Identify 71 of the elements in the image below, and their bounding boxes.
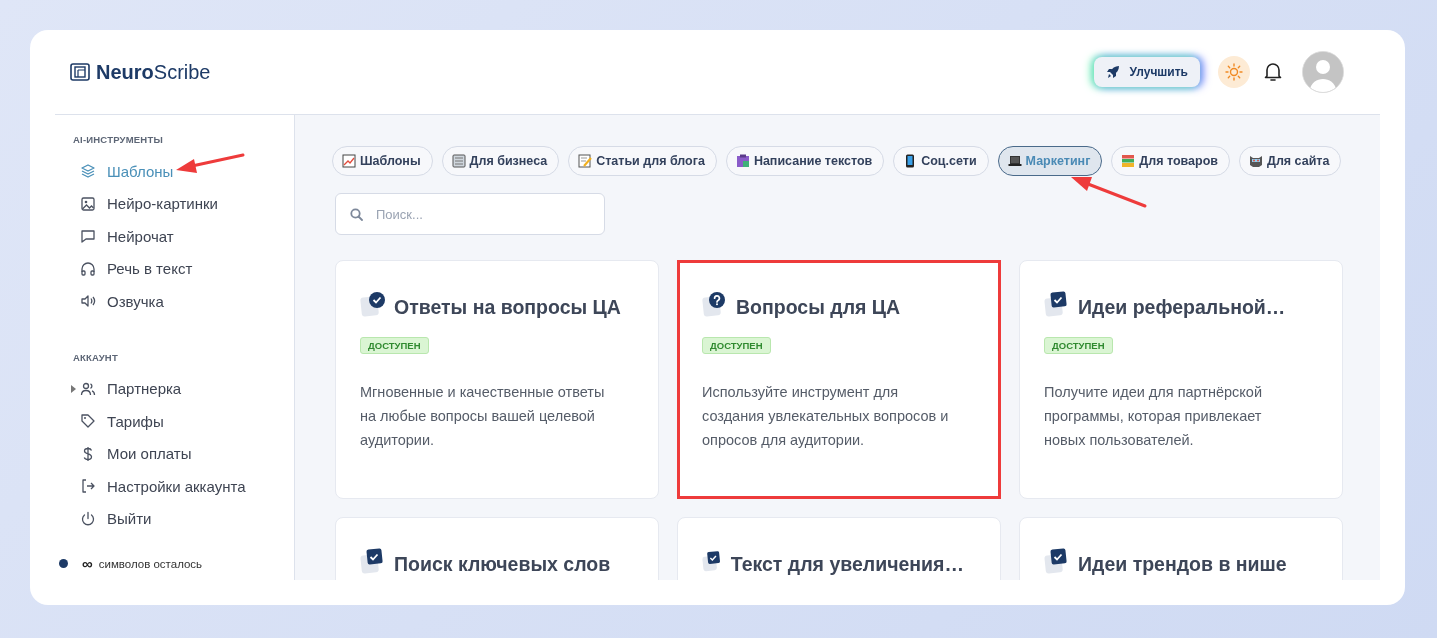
- status-badge: ДОСТУПЕН: [1044, 337, 1113, 354]
- laptop-icon: [1007, 154, 1022, 168]
- category-chip[interactable]: Для товаров: [1111, 146, 1230, 176]
- power-icon: [80, 510, 96, 527]
- robot-icon: [1249, 154, 1263, 168]
- logout-icon: [80, 478, 96, 495]
- template-card[interactable]: Вопросы для ЦА ДОСТУПЕН Используйте инструмент для создания увлекательных вопросов и опросов для аудитории.: [677, 260, 1001, 499]
- category-chip[interactable]: Написание текстов: [725, 146, 885, 176]
- section-heading: АККАУНТ: [73, 351, 119, 363]
- card-title: Идеи реферальной…: [1078, 295, 1286, 319]
- category-chip[interactable]: Соц.сети: [893, 146, 989, 176]
- card-title: Идеи трендов в нише: [1078, 552, 1287, 576]
- sidebar-item[interactable]: Партнерка: [55, 372, 182, 405]
- headphones-icon: [80, 260, 96, 277]
- theme-toggle[interactable]: [1218, 56, 1250, 88]
- layers-icon: [80, 163, 96, 180]
- card-description: Мгновенные и качественные ответы на любые вопросы вашей целевой аудитории.: [360, 383, 606, 450]
- category-chip[interactable]: Для сайта: [1239, 146, 1342, 176]
- logo-text: NeuroScribe: [96, 60, 211, 84]
- template-card[interactable]: Текст для увеличения…: [677, 517, 1001, 580]
- image-icon: [80, 195, 96, 212]
- sidebar-item[interactable]: Шаблоны: [55, 155, 174, 188]
- sidebar-item[interactable]: Выйти: [55, 502, 152, 535]
- sidebar-item[interactable]: Мои оплаты: [55, 437, 192, 470]
- card-description: Получите идеи для партнёрской программы, которая привлекает новых пользователей.: [1044, 383, 1264, 450]
- search-icon: [350, 208, 363, 221]
- template-card[interactable]: Идеи трендов в нише: [1019, 517, 1343, 580]
- status-dot: [59, 559, 68, 568]
- checkbox-icon: [360, 548, 386, 576]
- template-card[interactable]: Идеи реферальной… ДОСТУПЕН Получите идеи для партнёрской программы, которая привлекает новых пользователей.: [1019, 260, 1343, 499]
- caret-icon[interactable]: [71, 384, 76, 393]
- clipboard-icon: [735, 154, 750, 168]
- tag-icon: [80, 413, 96, 430]
- logo-icon: [70, 63, 90, 81]
- sidebar-item[interactable]: Тарифы: [55, 405, 164, 438]
- card-title: Текст для увеличения…: [730, 552, 964, 576]
- category-chip[interactable]: Для бизнеса: [441, 146, 560, 176]
- template-card[interactable]: Ответы на вопросы ЦА ДОСТУПЕН Мгновенные и качественные ответы на любые вопросы вашей целевой аудитории.: [335, 260, 659, 499]
- status-badge: ДОСТУПЕН: [702, 337, 771, 354]
- category-chip[interactable]: Шаблоны: [332, 146, 433, 176]
- newspaper-icon: [451, 154, 466, 168]
- users-icon: [80, 380, 96, 397]
- card-title: Поиск ключевых слов: [394, 552, 611, 576]
- checkbox-icon: [1044, 548, 1070, 576]
- card-title: Ответы на вопросы ЦА: [394, 295, 621, 319]
- checkbox-icon: [1044, 291, 1070, 319]
- sidebar-item[interactable]: Нейрочат: [55, 220, 174, 253]
- books-icon: [1121, 154, 1136, 168]
- section-heading: AI-ИНСТРУМЕНТЫ: [73, 134, 164, 145]
- card-description: Используйте инструмент для создания увлекательных вопросов и опросов для аудитории.: [702, 383, 950, 450]
- chart-icon: [342, 154, 356, 168]
- bell-icon[interactable]: [1264, 62, 1282, 82]
- chat-icon: [80, 228, 96, 245]
- annotation-arrow: [176, 153, 245, 173]
- search-field[interactable]: Поиск...: [335, 193, 605, 235]
- sun-icon: [1225, 63, 1243, 81]
- sidebar-item[interactable]: Речь в текст: [55, 252, 193, 285]
- status-badge: ДОСТУПЕН: [360, 337, 429, 354]
- memo-icon: [578, 154, 593, 168]
- sidebar-item[interactable]: Нейро-картинки: [55, 187, 218, 220]
- check-badge-icon: [360, 291, 386, 319]
- category-chip[interactable]: Статьи для блога: [568, 146, 717, 176]
- sidebar-item[interactable]: Озвучка: [55, 285, 164, 318]
- card-title: Вопросы для ЦА: [736, 295, 901, 319]
- symbols-label: символов осталось: [98, 557, 203, 570]
- question-badge-icon: [702, 291, 728, 319]
- upgrade-button[interactable]: Улучшить: [1093, 57, 1200, 87]
- template-card[interactable]: Поиск ключевых слов: [335, 517, 659, 580]
- symbols-count: ∞: [82, 555, 93, 572]
- sidebar-item[interactable]: Настройки аккаунта: [55, 470, 246, 503]
- rocket-icon: [1105, 65, 1120, 79]
